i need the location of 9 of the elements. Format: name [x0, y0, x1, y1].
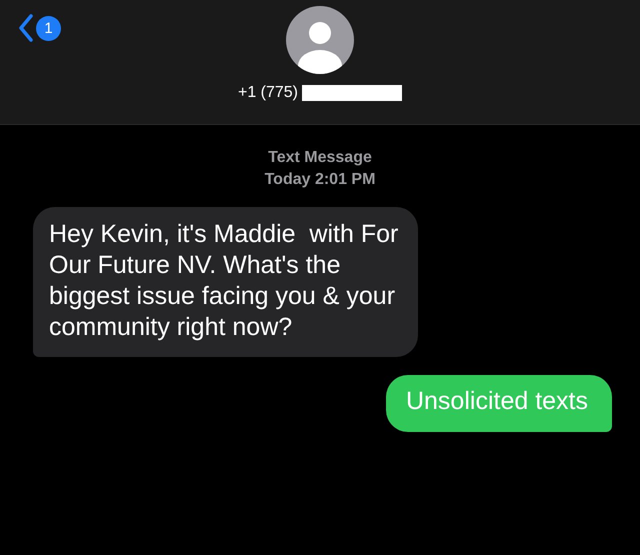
service-label: Text Message: [268, 149, 372, 167]
timestamp: Today 2:01 PM: [264, 171, 376, 189]
received-message: Hey Kevin, it's Maddie with For Our Future NV. What's the biggest issue facing you & your community right now?: [33, 207, 418, 357]
sent-message: Unsolicited texts: [386, 375, 612, 432]
chevron-left-icon: [18, 14, 34, 42]
unread-badge: 1: [36, 16, 61, 40]
phone-number: +1 (775): [238, 84, 298, 102]
back-button[interactable]: 1: [18, 14, 61, 42]
avatar-icon: [286, 6, 354, 74]
